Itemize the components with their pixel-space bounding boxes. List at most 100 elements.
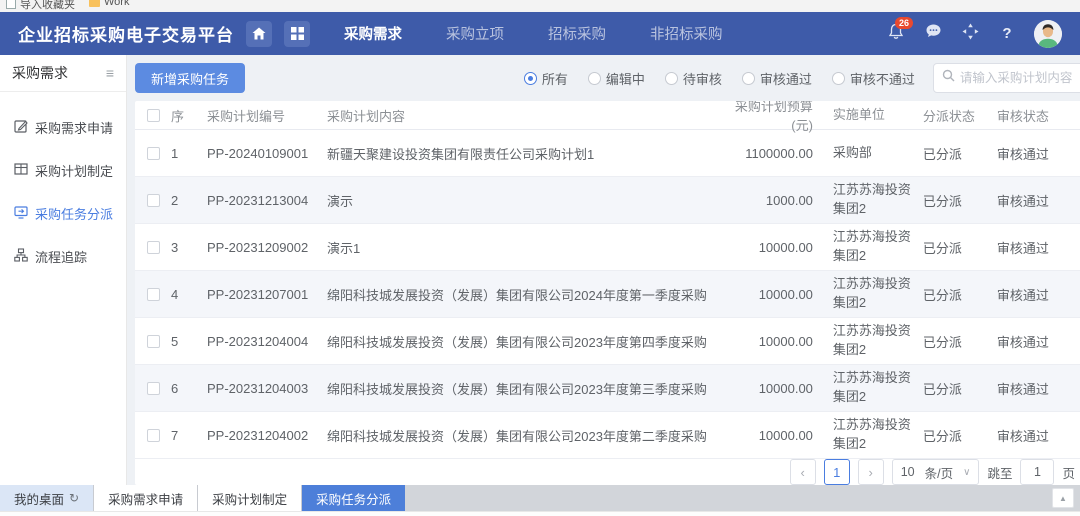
cell-dispatch: 已分派 [923,332,997,351]
home-button[interactable] [246,21,272,47]
prev-page-button[interactable]: ‹ [790,459,816,485]
pagination: ‹ 1 › 10 条/页 ∨ 跳至 页 共9条 [135,459,1080,485]
fullscreen-button[interactable] [960,24,980,44]
sidebar-item-label: 采购需求申请 [35,118,113,137]
cell-seq: 7 [171,428,207,443]
row-checkbox-cell [135,288,171,301]
nav-procurement-initiation[interactable]: 采购立项 [446,23,504,44]
filter-review-rejected[interactable]: 审核不通过 [832,69,915,88]
chat-icon [925,23,942,44]
status-filter-group: 所有 编辑中 待审核 审核通过 审核不通过 [524,69,915,88]
cell-code: PP-20231204003 [207,381,327,396]
row-checkbox[interactable] [147,382,160,395]
home-icon [252,27,266,40]
radio-icon [665,72,678,85]
sidebar-header: 采购需求 ≡ [0,55,126,92]
cell-audit: 审核通过 [997,191,1080,210]
sidebar-item-task-dispatch[interactable]: 采购任务分派 [0,192,126,235]
filter-pending-review[interactable]: 待审核 [665,69,722,88]
search-box [933,63,1080,93]
filter-label: 编辑中 [606,69,645,88]
messages-button[interactable] [923,24,943,44]
row-checkbox-cell [135,241,171,254]
cell-code: PP-20240109001 [207,146,327,161]
filter-all[interactable]: 所有 [524,69,568,88]
tab-task-dispatch[interactable]: 采购任务分派 [302,485,405,511]
sidebar-item-demand-apply[interactable]: 采购需求申请 [0,106,126,149]
radio-icon [742,72,755,85]
sidebar-collapse-icon[interactable]: ≡ [106,65,114,81]
sidebar-item-label: 采购计划制定 [35,161,113,180]
notifications-button[interactable]: 26 [886,24,906,44]
bookmark-import[interactable]: 导入收藏夹 [6,0,75,12]
table-grid-icon [14,162,28,179]
tab-label: 采购需求申请 [108,489,183,508]
tab-demand-apply[interactable]: 采购需求申请 [94,485,198,511]
apps-grid-button[interactable] [284,21,310,47]
row-checkbox[interactable] [147,288,160,301]
row-checkbox-cell [135,429,171,442]
search-icon [942,69,955,87]
cell-audit: 审核通过 [997,285,1080,304]
top-navigation: 采购需求 采购立项 招标采购 非招标采购 [344,23,723,44]
folder-icon [89,0,100,7]
page-size-value: 10 [901,465,915,479]
user-avatar[interactable] [1034,20,1062,48]
chevron-down-icon: ∨ [963,467,970,478]
cell-content: 绵阳科技城发展投资（发展）集团有限公司2023年度第二季度采购 [327,426,715,445]
expand-arrows-icon [962,23,979,45]
row-checkbox[interactable] [147,335,160,348]
row-checkbox-cell [135,382,171,395]
filter-editing[interactable]: 编辑中 [588,69,645,88]
nav-non-bidding-procurement[interactable]: 非招标采购 [650,23,723,44]
cell-code: PP-20231207001 [207,287,327,302]
col-unit-header: 实施单位 [833,106,923,125]
cell-content: 演示 [327,191,715,210]
bookmark-icon [6,0,16,9]
cell-unit: 江苏苏海投资集团2 [833,322,923,360]
bookmark-work-folder[interactable]: Work [89,0,129,8]
table-header-row: 序 采购计划编号 采购计划内容 采购计划预算(元) 实施单位 分派状态 审核状态… [135,101,1080,130]
search-input[interactable] [960,71,1075,85]
flow-chart-icon [14,248,28,265]
table-row: 5PP-20231204004绵阳科技城发展投资（发展）集团有限公司2023年度… [135,318,1080,365]
cell-content: 绵阳科技城发展投资（发展）集团有限公司2023年度第四季度采购 [327,332,715,351]
row-checkbox[interactable] [147,429,160,442]
next-page-button[interactable]: › [858,459,884,485]
cell-code: PP-20231209002 [207,240,327,255]
tab-my-desktop[interactable]: 我的桌面 ↻ [0,485,94,511]
col-dispatch-header: 分派状态 [923,106,997,125]
edit-note-icon [14,119,28,136]
help-button[interactable]: ? [997,24,1017,44]
page-size-select[interactable]: 10 条/页 ∨ [892,459,980,485]
select-all-checkbox[interactable] [147,109,160,122]
row-checkbox[interactable] [147,194,160,207]
add-task-button[interactable]: 新增采购任务 [135,63,245,93]
row-checkbox[interactable] [147,241,160,254]
nav-procurement-demand[interactable]: 采购需求 [344,23,402,44]
cell-audit: 审核通过 [997,332,1080,351]
cell-audit: 审核通过 [997,238,1080,257]
jump-page-input[interactable] [1020,459,1054,485]
nav-bidding-procurement[interactable]: 招标采购 [548,23,606,44]
toolbar: 新增采购任务 所有 编辑中 待审核 审核通过 审核不通过 [135,63,1080,93]
cell-dispatch: 已分派 [923,379,997,398]
collapse-tabs-button[interactable]: ▲ [1052,488,1074,508]
cell-seq: 4 [171,287,207,302]
cell-unit: 江苏苏海投资集团2 [833,228,923,266]
tab-plan-make[interactable]: 采购计划制定 [198,485,302,511]
browser-bookmarks-bar: 导入收藏夹 Work [0,0,1080,12]
filter-review-passed[interactable]: 审核通过 [742,69,812,88]
radio-icon [832,72,845,85]
filter-label: 待审核 [683,69,722,88]
sidebar-item-plan-make[interactable]: 采购计划制定 [0,149,126,192]
refresh-icon[interactable]: ↻ [69,491,79,505]
sidebar-item-process-tracking[interactable]: 流程追踪 [0,235,126,278]
sidebar-item-label: 采购任务分派 [35,204,113,223]
page-number-1[interactable]: 1 [824,459,850,485]
row-checkbox[interactable] [147,147,160,160]
filter-label: 审核通过 [760,69,812,88]
cell-audit: 审核通过 [997,426,1080,445]
notification-badge: 26 [895,17,913,29]
cell-budget: 10000.00 [715,287,833,302]
